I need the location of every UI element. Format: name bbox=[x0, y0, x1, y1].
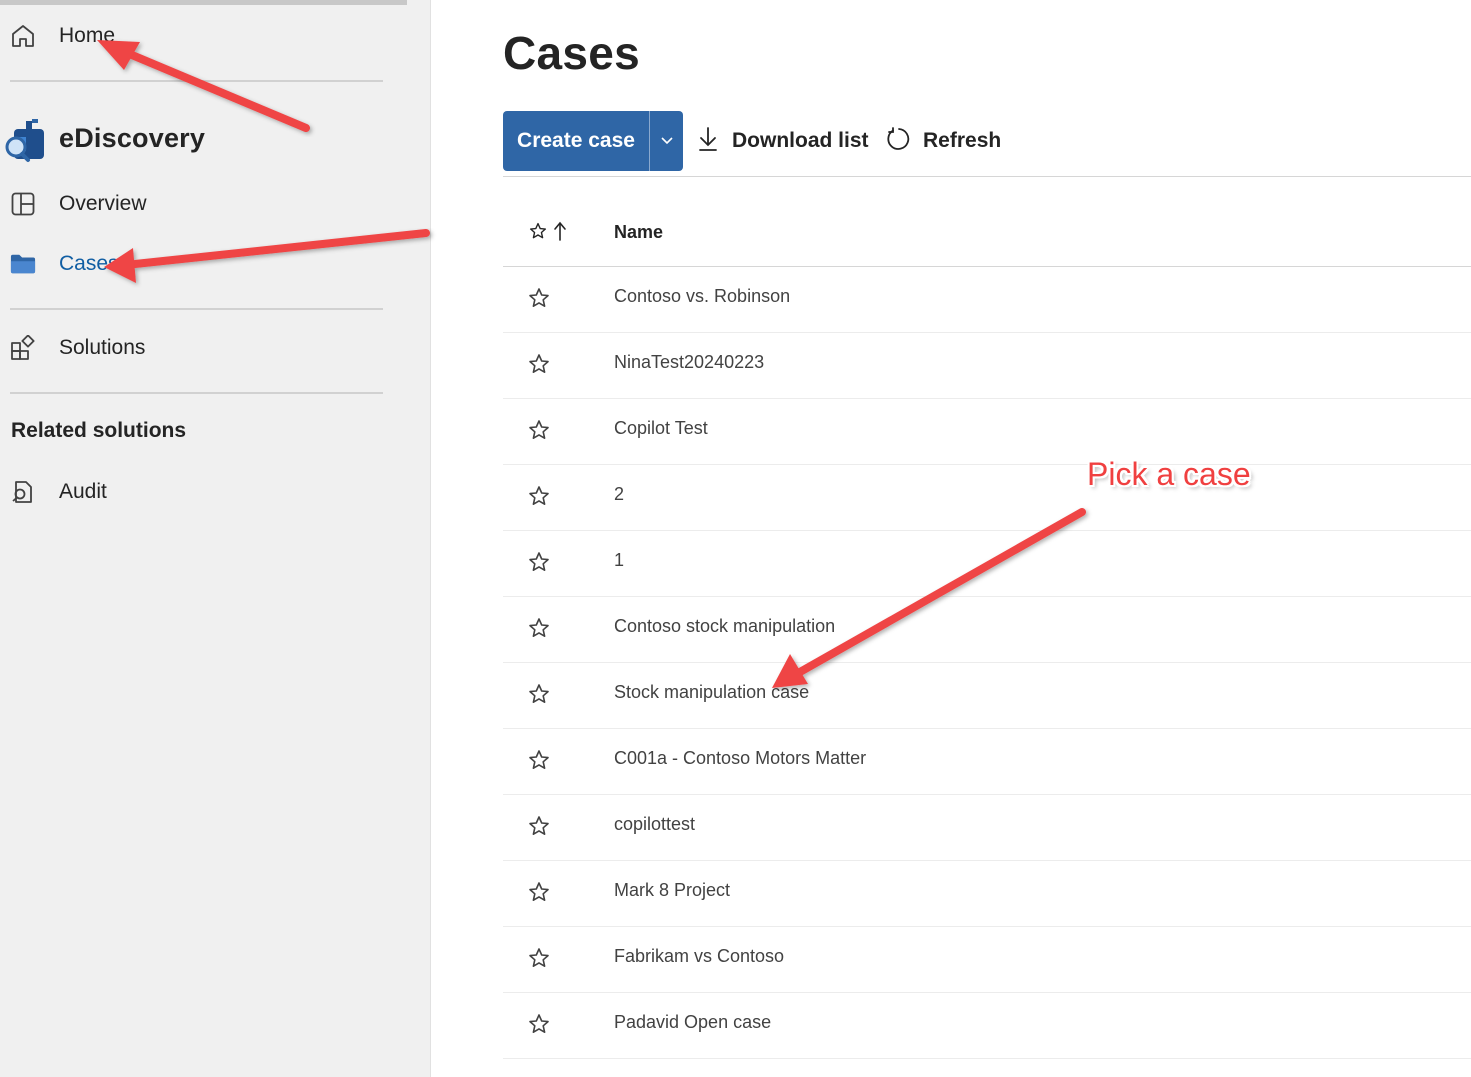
create-case-split-button: Create case bbox=[503, 111, 683, 171]
audit-icon bbox=[10, 479, 36, 505]
star-icon[interactable] bbox=[528, 683, 550, 705]
app-title: eDiscovery bbox=[59, 123, 206, 153]
command-bar: Create case Download list Refresh bbox=[503, 111, 1471, 171]
case-name-link[interactable]: Stock manipulation case bbox=[614, 682, 809, 703]
case-name-link[interactable]: Contoso stock manipulation bbox=[614, 616, 835, 637]
favorite-sort-header[interactable] bbox=[529, 220, 567, 247]
left-navigation: Home eDiscovery Overview Cases Solutions… bbox=[0, 0, 431, 1077]
toolbar-divider bbox=[503, 176, 1471, 177]
refresh-button[interactable]: Refresh bbox=[885, 111, 1001, 171]
table-row[interactable]: Contoso vs. Robinson bbox=[503, 266, 1471, 333]
case-name-link[interactable]: 1 bbox=[614, 550, 624, 571]
table-row[interactable]: Padavid Open case bbox=[503, 992, 1471, 1059]
case-name-link[interactable]: copilottest bbox=[614, 814, 695, 835]
download-list-button[interactable]: Download list bbox=[696, 111, 869, 171]
case-name-link[interactable]: Padavid Open case bbox=[614, 1012, 771, 1033]
star-icon[interactable] bbox=[528, 947, 550, 969]
table-row[interactable]: Fabrikam vs Contoso bbox=[503, 926, 1471, 993]
ediscovery-logo-icon bbox=[2, 117, 48, 163]
star-icon[interactable] bbox=[528, 1013, 550, 1035]
nav-item-label: Solutions bbox=[59, 336, 146, 359]
nav-item-label: Overview bbox=[59, 192, 147, 215]
chevron-down-icon bbox=[660, 132, 674, 150]
solutions-icon bbox=[10, 335, 36, 361]
nav-item-label: Home bbox=[59, 24, 116, 47]
sidebar-divider bbox=[10, 308, 383, 310]
page-title: Cases bbox=[503, 27, 641, 79]
home-icon bbox=[10, 23, 36, 49]
star-icon[interactable] bbox=[528, 617, 550, 639]
download-list-label: Download list bbox=[732, 129, 869, 152]
star-icon[interactable] bbox=[528, 551, 550, 573]
star-icon[interactable] bbox=[528, 287, 550, 309]
table-row[interactable]: Contoso stock manipulation bbox=[503, 596, 1471, 663]
star-icon[interactable] bbox=[528, 749, 550, 771]
nav-item-label: Cases bbox=[59, 252, 119, 275]
app-brand: eDiscovery bbox=[0, 115, 400, 165]
nav-item-label: Audit bbox=[59, 480, 107, 503]
table-row[interactable]: C001a - Contoso Motors Matter bbox=[503, 728, 1471, 795]
name-column-header[interactable]: Name bbox=[614, 222, 663, 243]
folder-icon bbox=[10, 251, 36, 277]
star-icon[interactable] bbox=[528, 485, 550, 507]
table-row[interactable]: Stock manipulation case bbox=[503, 662, 1471, 729]
sidebar-top-bar bbox=[0, 0, 407, 5]
table-row[interactable]: Mark 8 Project bbox=[503, 860, 1471, 927]
sort-ascending-icon bbox=[553, 220, 567, 247]
table-row[interactable]: Copilot Test bbox=[503, 398, 1471, 465]
nav-item-overview[interactable]: Overview bbox=[0, 184, 400, 224]
table-header: Name bbox=[503, 200, 1471, 267]
nav-item-home[interactable]: Home bbox=[0, 16, 400, 56]
case-name-link[interactable]: 2 bbox=[614, 484, 624, 505]
star-icon[interactable] bbox=[528, 815, 550, 837]
table-row[interactable]: 2 bbox=[503, 464, 1471, 531]
related-solutions-heading: Related solutions bbox=[11, 419, 187, 442]
star-icon[interactable] bbox=[528, 419, 550, 441]
sidebar-divider bbox=[10, 80, 383, 82]
case-name-link[interactable]: NinaTest20240223 bbox=[614, 352, 764, 373]
overview-grid-icon bbox=[10, 191, 36, 217]
case-name-link[interactable]: Fabrikam vs Contoso bbox=[614, 946, 784, 967]
nav-item-solutions[interactable]: Solutions bbox=[0, 328, 400, 368]
table-row[interactable]: copilottest bbox=[503, 794, 1471, 861]
table-row[interactable]: NinaTest20240223 bbox=[503, 332, 1471, 399]
refresh-icon bbox=[885, 126, 911, 157]
create-case-button[interactable]: Create case bbox=[503, 111, 649, 171]
refresh-label: Refresh bbox=[923, 129, 1002, 152]
pick-a-case-callout: Pick a case bbox=[1087, 456, 1251, 492]
star-icon[interactable] bbox=[528, 881, 550, 903]
create-case-dropdown-button[interactable] bbox=[650, 111, 683, 171]
download-icon bbox=[696, 125, 720, 158]
star-icon[interactable] bbox=[528, 353, 550, 375]
star-icon bbox=[529, 222, 547, 245]
nav-item-cases[interactable]: Cases bbox=[0, 244, 400, 284]
case-name-link[interactable]: Copilot Test bbox=[614, 418, 708, 439]
table-row[interactable]: 1 bbox=[503, 530, 1471, 597]
case-name-link[interactable]: Contoso vs. Robinson bbox=[614, 286, 790, 307]
sidebar-divider bbox=[10, 392, 383, 394]
nav-item-audit[interactable]: Audit bbox=[0, 472, 400, 512]
case-name-link[interactable]: Mark 8 Project bbox=[614, 880, 730, 901]
case-name-link[interactable]: C001a - Contoso Motors Matter bbox=[614, 748, 866, 769]
